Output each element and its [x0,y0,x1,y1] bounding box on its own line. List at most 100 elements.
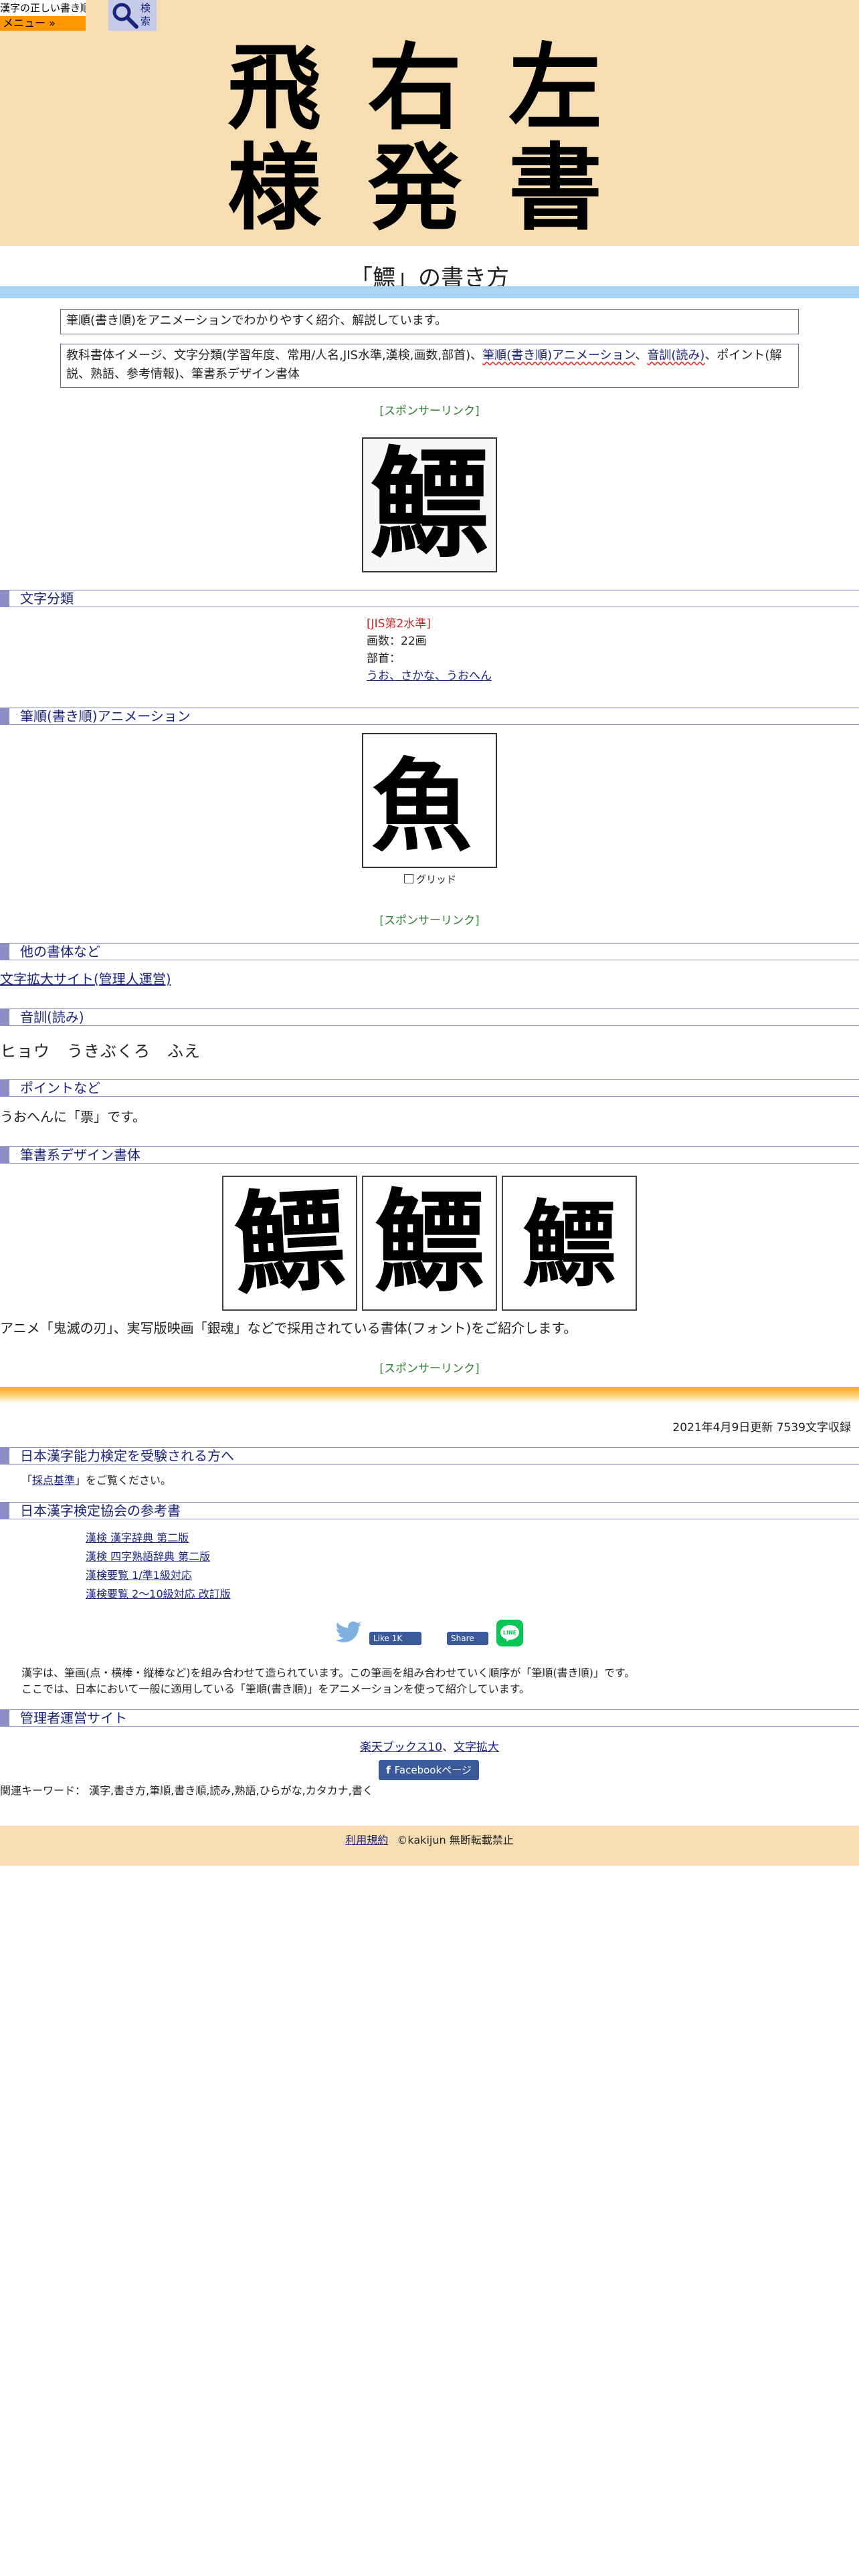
section-title: 文字分類 [20,591,74,607]
reference-book-link[interactable]: 漢検 漢字辞典 第二版 [86,1529,231,1547]
stroke-animation-canvas[interactable]: 魚 [362,733,497,868]
classification-info: [JIS第2水準] 画数：22画 部首： うお、さかな、うおへん [367,615,492,685]
enlarge-site-link[interactable]: 文字拡大サイト(管理人運営) [0,970,171,988]
header-glyph: 様 [227,134,322,231]
enlarge-link[interactable]: 文字拡大 [454,1741,499,1754]
radical-label: 部首： [367,652,401,665]
facebook-page-button[interactable]: f Facebookページ [379,1760,479,1780]
point-text: うおへんに「票」です。 [0,1109,146,1125]
section-design-fonts: 筆書系デザイン書体 [0,1146,859,1164]
kanji-explanation: 漢字は、筆画(点・横棒・縦棒など)を組み合わせて造られています。この筆画を組み合… [21,1665,635,1697]
design-glyph: 鰾 [231,1177,348,1309]
rakuten-books-link[interactable]: 楽天ブックス10 [360,1741,442,1754]
update-info: 2021年4月9日更新 7539文字収録 [672,1421,851,1434]
contents-text: 教科書体イメージ、文字分類(学習年度、常用/人名,JIS水準,漢検,画数,部首)… [66,348,483,362]
menu-button[interactable]: メニュー » [0,16,86,31]
note-prefix: 「 [21,1474,33,1487]
stroke-count: 画数：22画 [367,635,427,648]
sponsor-label: [スポンサーリンク] [379,405,480,418]
reference-book-list: 漢検 漢字辞典 第二版 漢検 四字熟語辞典 第二版 漢検要覧 1/準1級対応 漢… [86,1529,231,1604]
character-image: 鰾 [362,437,497,572]
kentei-note: 「採点基準」をご覧ください。 [21,1471,171,1487]
gold-divider [0,1387,859,1403]
design-font-sample: 鰾 [222,1174,357,1311]
jis-level-link[interactable]: [JIS第2水準] [367,617,431,631]
section-title: 日本漢字能力検定を受験される方へ [20,1448,234,1464]
section-title: 日本漢字検定協会の参考書 [20,1503,181,1519]
admin-site-links: 楽天ブックス10、文字拡大 [0,1737,859,1754]
design-font-sample: 鰾 [362,1176,497,1311]
terms-link[interactable]: 利用規約 [345,1834,388,1846]
line-label: LINE [503,1630,516,1636]
radical-link[interactable]: うお、さかな、うおへん [367,669,492,683]
contents-sep: 、 [635,348,648,362]
section-kentei-refs: 日本漢字検定協会の参考書 [0,1502,859,1519]
intro-box: 筆順(書き順)をアニメーションでわかりやすく紹介、解説しています。 [60,309,799,334]
sponsor-label: [スポンサーリンク] [379,914,480,928]
section-marker [0,1503,9,1519]
section-classification: 文字分類 [0,590,859,607]
section-marker [0,944,9,960]
facebook-page-label: Facebookページ [394,1764,472,1776]
share-bar: Like 1K Share LINE [0,1618,859,1650]
section-marker [0,1710,9,1726]
copyright: ©kakijun 無断転載禁止 [397,1834,514,1846]
twitter-icon[interactable] [335,1621,363,1645]
header-glyph: 飛 [227,37,321,143]
section-readings: 音訓(読み) [0,1008,859,1026]
scoring-criteria-link[interactable]: 採点基準 [32,1474,75,1487]
section-marker [0,1147,9,1163]
header-glyph: 書 [508,134,602,231]
checkbox-box[interactable] [404,874,413,883]
line-share-button[interactable]: LINE [496,1620,523,1646]
sponsor-label: [スポンサーリンク] [379,1362,480,1376]
search-label: 検索 [140,2,151,27]
share-label: Share [451,1634,474,1643]
facebook-share-button[interactable]: Share [447,1632,488,1645]
note-suffix: 」をご覧ください。 [75,1474,172,1487]
like-label: Like 1K [373,1634,403,1643]
search-button[interactable]: 検索 [108,0,157,31]
design-font-sample: 鰾 [502,1176,637,1311]
section-title: 管理者運営サイト [20,1710,127,1726]
title-divider [0,286,859,298]
section-kentei: 日本漢字能力検定を受験される方へ [0,1447,859,1465]
section-marker [0,591,9,607]
grid-label: グリッド [416,873,457,885]
character-glyph: 鰾 [370,439,489,571]
reference-book-link[interactable]: 漢検 四字熟語辞典 第二版 [86,1547,231,1566]
animation-anchor-link[interactable]: 筆順(書き順)アニメーション [482,348,635,362]
section-title: 音訓(読み) [20,1009,84,1025]
grid-checkbox[interactable]: グリッド [404,872,456,886]
readings-text: ヒョウ うきぶくろ ふえ [0,1042,201,1061]
design-glyph: 鰾 [375,1178,485,1307]
section-title: 筆書系デザイン書体 [20,1147,140,1163]
reference-book-link[interactable]: 漢検要覧 1/準1級対応 [86,1566,231,1585]
design-fonts-text: アニメ「鬼滅の刃」、実写版映画「銀魂」などで採用されている書体(フォント)をご紹… [0,1320,577,1336]
line-icon: LINE [500,1625,519,1642]
section-marker [0,1080,9,1096]
header-glyph: 発 [368,134,462,231]
readings-anchor-link[interactable]: 音訓(読み) [647,348,704,362]
section-marker [0,1448,9,1464]
facebook-f-icon: f [386,1764,391,1776]
explanation-line: ここでは、日本において一般に適用している「筆順(書き順)」をアニメーションを使っ… [21,1683,531,1695]
section-title: 他の書体など [20,944,100,960]
site-logo[interactable]: 漢字の正しい書き順(筆順) [0,0,86,16]
footer: 利用規約 ©kakijun 無断転載禁止 [0,1826,859,1866]
section-animation: 筆順(書き順)アニメーション [0,708,859,725]
section-point: ポイントなど [0,1079,859,1097]
explanation-line: 漢字は、筆画(点・横棒・縦棒など)を組み合わせて造られています。この筆画を組み合… [21,1667,636,1679]
intro-text: 筆順(書き順)をアニメーションでわかりやすく紹介、解説しています。 [66,314,447,328]
section-marker [0,1009,9,1025]
header-logo-glyphs: 飛 右 左 様 発 書 [227,37,602,231]
link-sep: 、 [442,1741,454,1754]
reference-book-link[interactable]: 漢検要覧 2〜10級対応 改訂版 [86,1585,231,1604]
facebook-like-button[interactable]: Like 1K [369,1632,421,1645]
section-title: ポイントなど [20,1080,100,1096]
contents-box: 教科書体イメージ、文字分類(学習年度、常用/人名,JIS水準,漢検,画数,部首)… [60,344,799,388]
header-glyph: 右 [368,37,462,143]
section-admin: 管理者運営サイト [0,1709,859,1727]
section-marker [0,708,9,724]
design-glyph: 鰾 [522,1190,616,1300]
